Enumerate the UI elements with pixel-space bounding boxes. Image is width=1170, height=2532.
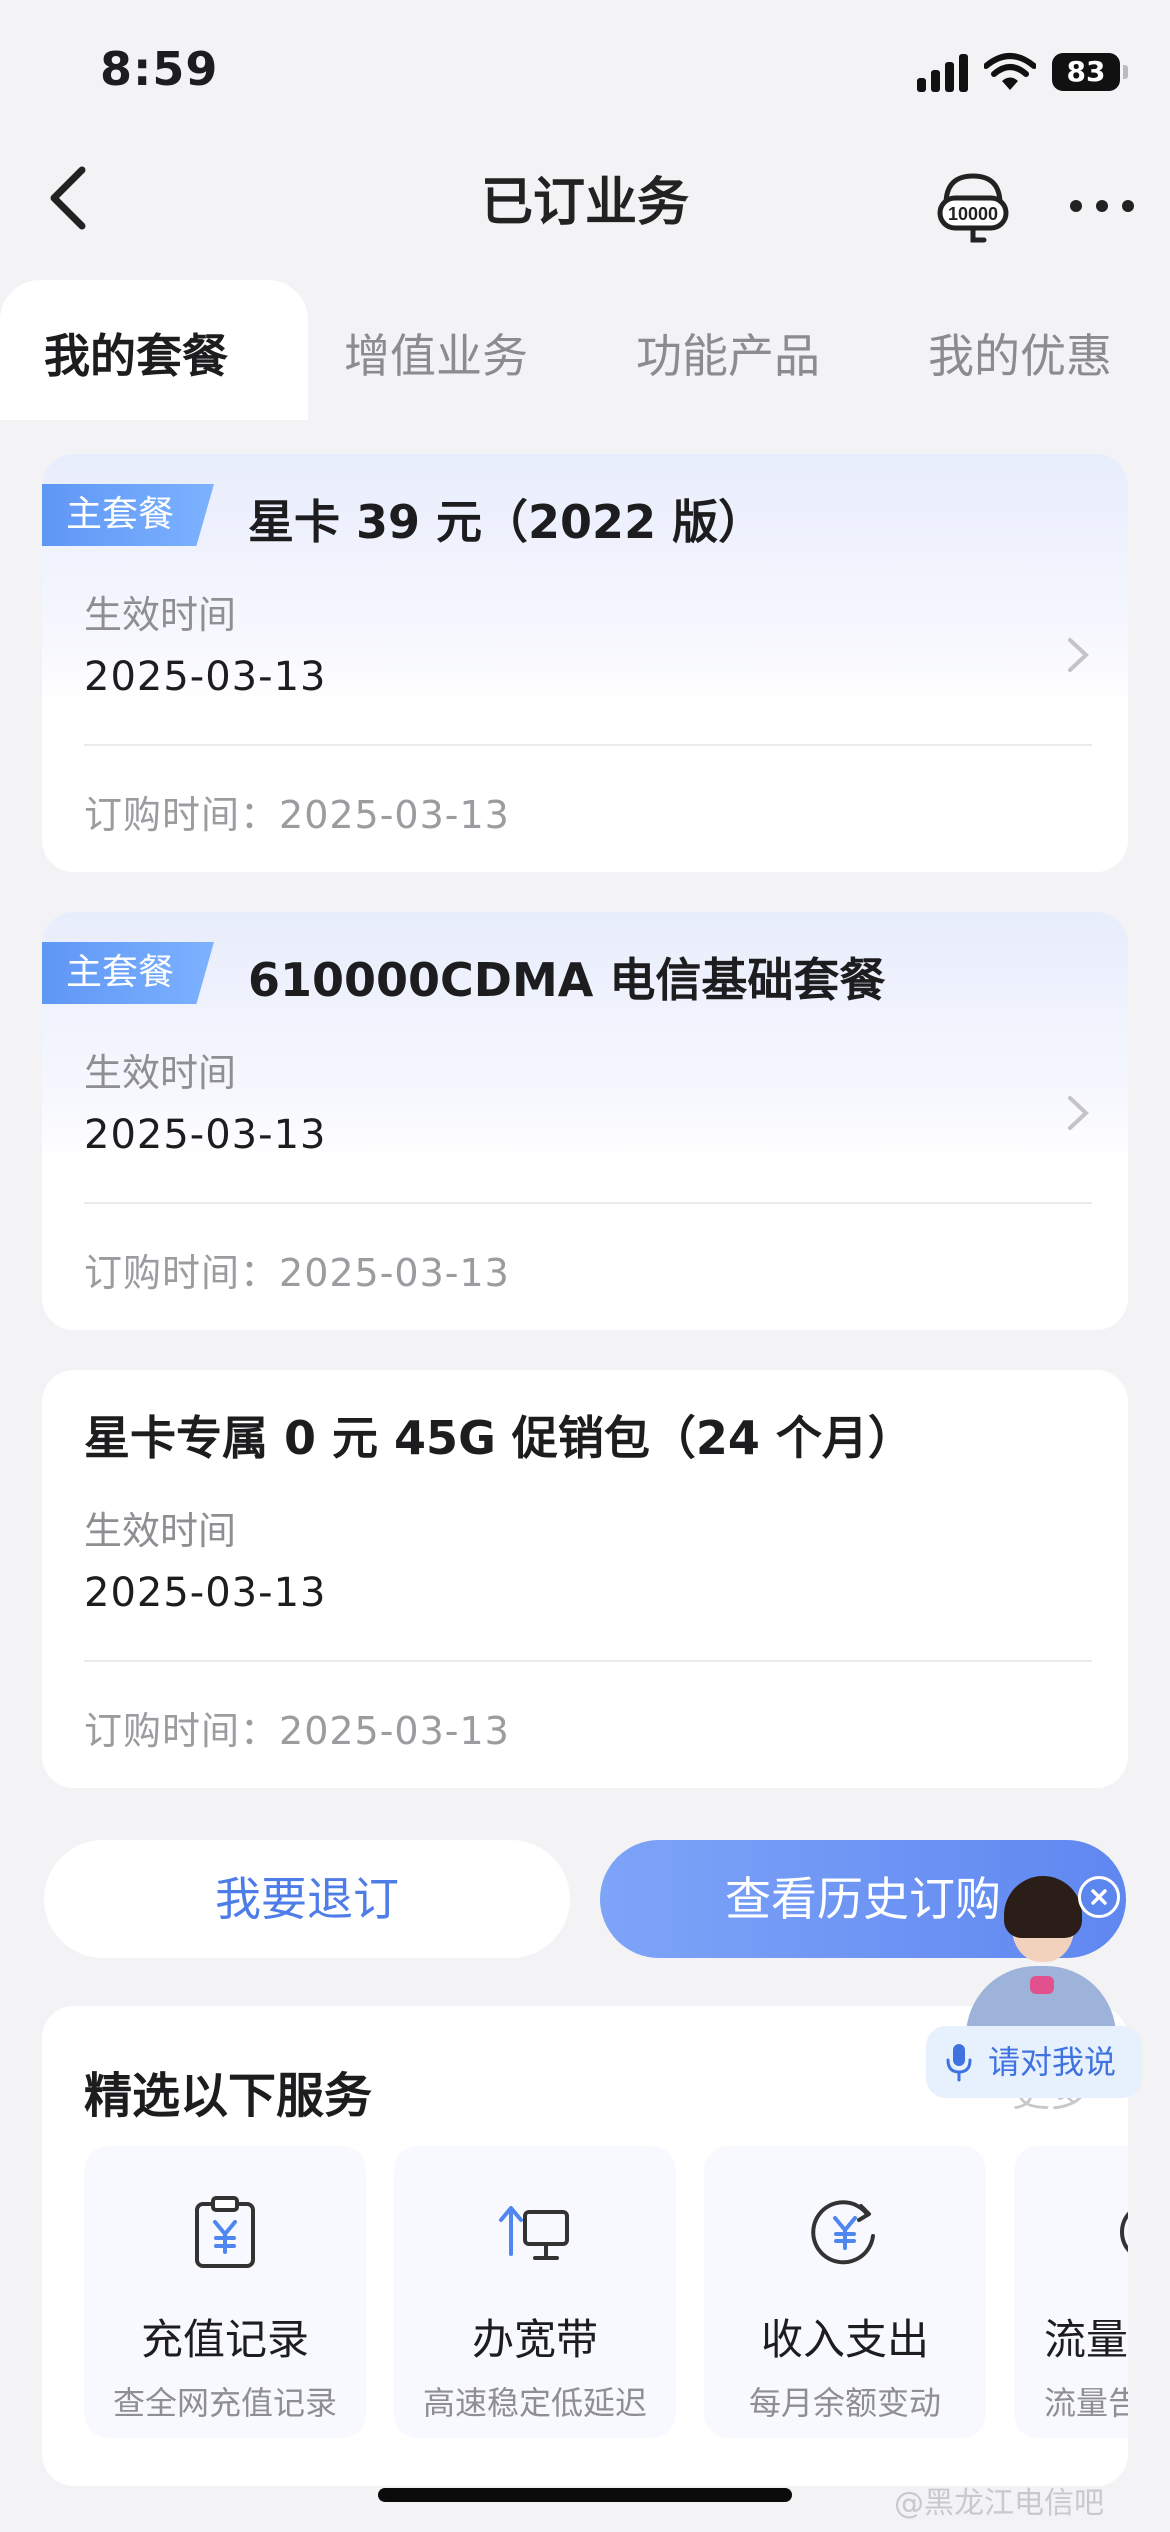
effective-time-label: 生效时间 [84,1051,237,1095]
service-tile-recharge-records[interactable]: 充值记录 查全网充值记录 [84,2146,366,2438]
service-desc: 查全网充值记录 [112,2384,337,2422]
voice-assistant-label: 请对我说 [988,2043,1117,2081]
status-time: 8:59 [100,42,219,96]
customer-service-10000-icon[interactable]: 10000 [936,170,1010,244]
order-time: 订购时间：2025-03-13 [84,1242,510,1297]
package-card[interactable]: 主套餐 610000CDMA 电信基础套餐 生效时间 2025-03-13 订购… [42,912,1128,1330]
order-date: 2025-03-13 [279,1251,510,1295]
unsubscribe-button[interactable]: 我要退订 [44,1840,570,1958]
assistant-avatar-scarf [1030,1976,1054,1994]
status-icons: 83 [917,52,1128,92]
traffic-icon [1120,2211,1128,2253]
tab-functional-products[interactable]: 功能产品 [636,320,820,386]
service-desc: 流量告 [1044,2384,1128,2422]
order-time-label: 订购时间： [84,1709,280,1753]
divider [84,1202,1092,1204]
package-card: 星卡专属 0 元 45G 促销包（24 个月） 生效时间 2025-03-13 … [42,1370,1128,1788]
effective-time-label: 生效时间 [84,1509,237,1553]
chevron-right-icon [1068,1096,1089,1130]
chevron-right-icon [1068,638,1089,672]
order-time: 订购时间：2025-03-13 [84,784,510,839]
main-plan-badge: 主套餐 [42,942,214,1004]
service-desc: 高速稳定低延迟 [422,2384,647,2422]
nav-bar: 已订业务 10000 [0,150,1170,280]
watermark: @黑龙江电信吧 [894,2486,1104,2521]
tab-value-added[interactable]: 增值业务 [344,320,528,386]
package-card[interactable]: 主套餐 星卡 39 元（2022 版） 生效时间 2025-03-13 订购时间… [42,454,1128,872]
divider [84,1660,1092,1662]
service-tile-income-expense[interactable]: 收入支出 每月余额变动 [704,2146,986,2438]
tab-bar: 我的套餐 增值业务 功能产品 我的优惠 [0,280,1170,420]
divider [84,744,1092,746]
voice-assistant-button[interactable]: 请对我说 [926,2026,1142,2098]
microphone-icon [946,2044,972,2082]
effective-time-label: 生效时间 [84,593,237,637]
services-title: 精选以下服务 [84,2068,373,2124]
order-time-label: 订购时间： [84,793,280,837]
yuan-cycle-icon [811,2200,875,2265]
cellular-signal-icon [917,52,968,92]
status-bar: 8:59 83 [0,0,1170,150]
order-time: 订购时间：2025-03-13 [84,1700,510,1755]
service-name: 办宽带 [471,2315,598,2364]
order-time-label: 订购时间： [84,1251,280,1295]
service-name: 充值记录 [140,2315,309,2364]
package-title: 610000CDMA 电信基础套餐 [248,953,886,1007]
broadband-icon [499,2206,569,2260]
package-title: 星卡 39 元（2022 版） [248,495,765,549]
battery-icon: 83 [1052,53,1128,91]
tab-my-discounts[interactable]: 我的优惠 [928,320,1112,386]
tab-my-plans[interactable]: 我的套餐 [44,320,228,386]
close-icon[interactable] [1078,1876,1120,1918]
service-tile-traffic[interactable]: 流量 流量告 [1014,2146,1128,2438]
wifi-icon [984,53,1036,90]
order-date: 2025-03-13 [279,1709,510,1753]
effective-date: 2025-03-13 [84,1570,327,1616]
main-plan-badge: 主套餐 [42,484,214,546]
service-name: 收入支出 [760,2315,929,2364]
service-desc: 每月余额变动 [748,2384,941,2422]
service-name: 流量 [1044,2315,1128,2364]
more-options-icon[interactable] [1064,180,1140,230]
service-tile-broadband[interactable]: 办宽带 高速稳定低延迟 [394,2146,676,2438]
effective-date: 2025-03-13 [84,654,327,700]
order-date: 2025-03-13 [279,793,510,837]
assistant-avatar-hair [1004,1876,1082,1938]
effective-date: 2025-03-13 [84,1112,327,1158]
home-indicator[interactable] [378,2488,792,2502]
clipboard-yuan-icon [195,2196,255,2268]
svg-text:10000: 10000 [948,204,998,224]
package-title: 星卡专属 0 元 45G 促销包（24 个月） [84,1411,914,1465]
